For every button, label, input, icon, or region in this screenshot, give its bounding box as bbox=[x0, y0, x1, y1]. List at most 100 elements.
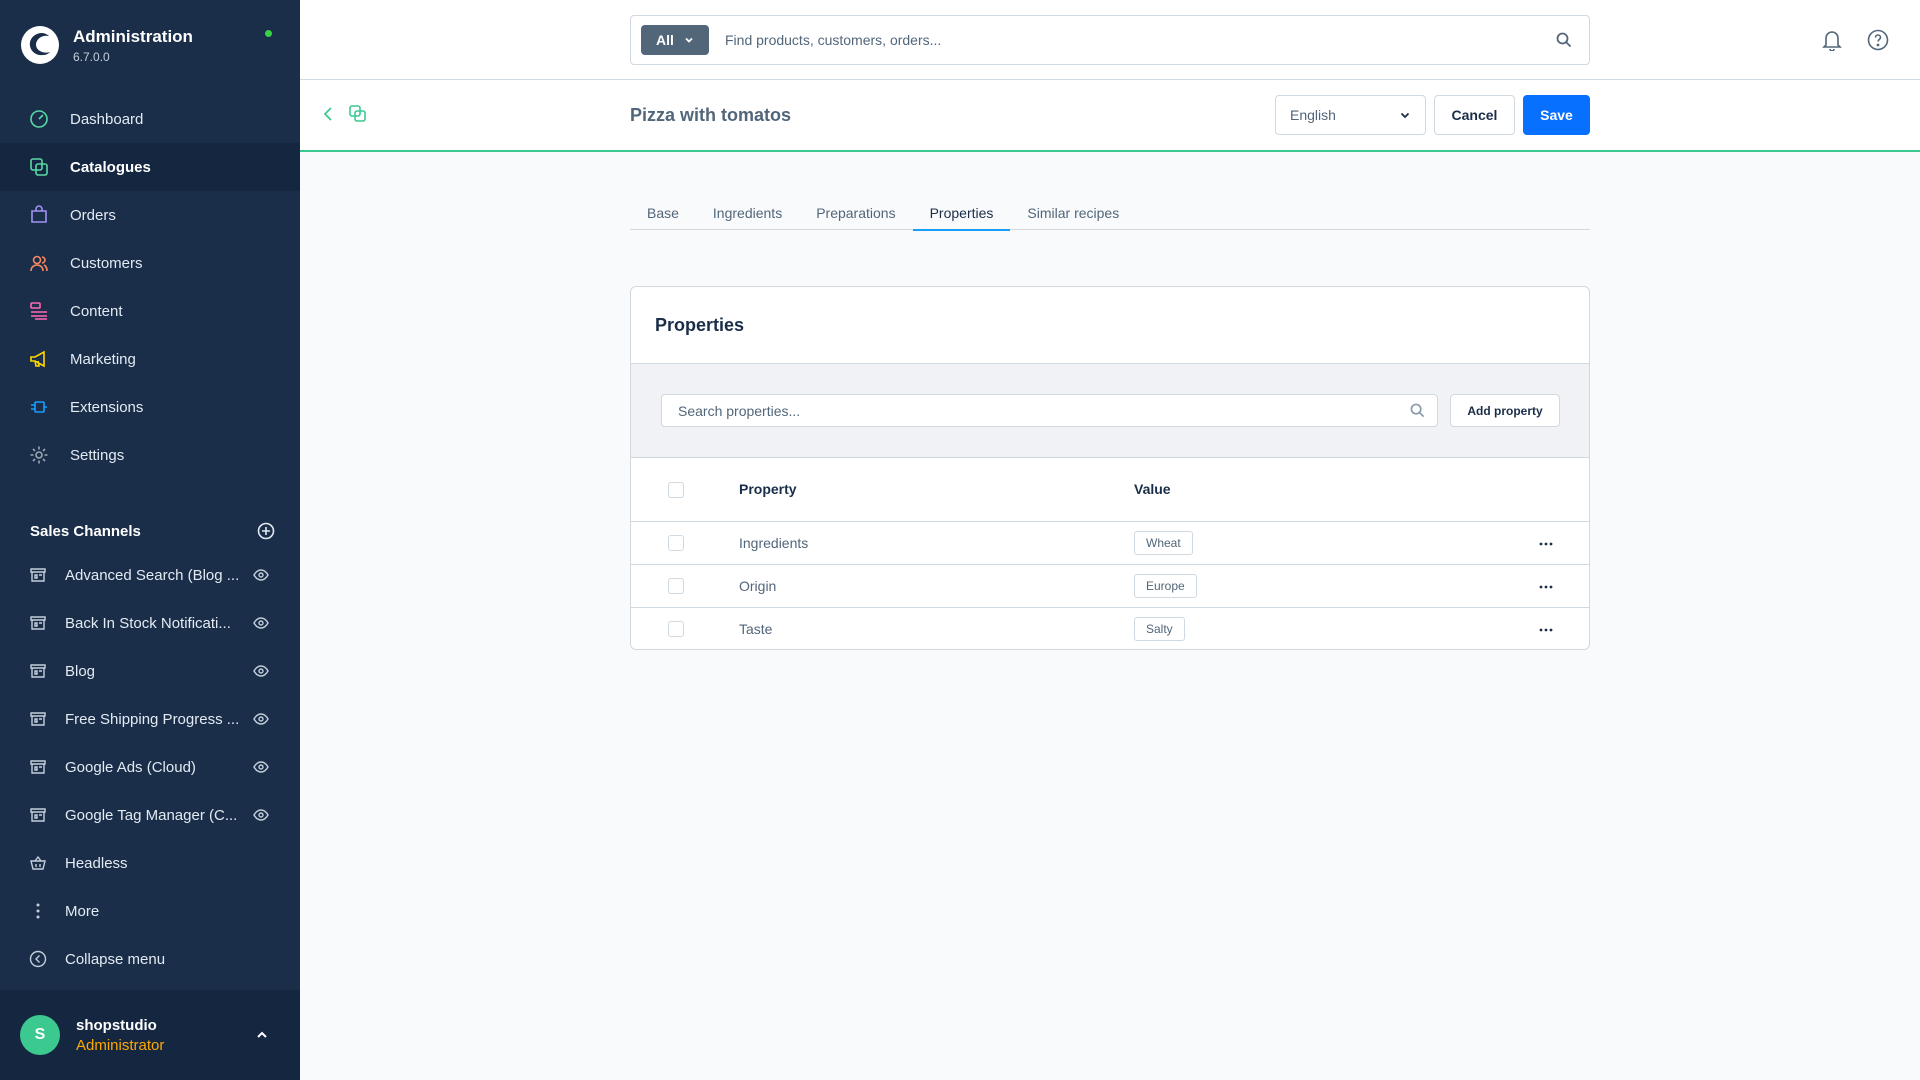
more-actions-icon[interactable] bbox=[1534, 534, 1558, 554]
add-property-button[interactable]: Add property bbox=[1450, 394, 1560, 427]
eye-icon[interactable] bbox=[252, 566, 270, 584]
more-actions-icon[interactable] bbox=[1534, 620, 1558, 640]
property-value-tag: Salty bbox=[1134, 617, 1185, 641]
marketing-icon bbox=[28, 348, 50, 370]
sales-channel-label: Google Tag Manager (C... bbox=[65, 806, 238, 824]
language-value: English bbox=[1290, 107, 1336, 123]
column-header-value[interactable]: Value bbox=[1134, 481, 1171, 497]
collapse-label: Collapse menu bbox=[65, 950, 166, 968]
tab-similar-recipes[interactable]: Similar recipes bbox=[1010, 195, 1136, 230]
tab-ingredients[interactable]: Ingredients bbox=[696, 195, 799, 230]
save-button[interactable]: Save bbox=[1523, 95, 1590, 135]
search-type-select[interactable]: All bbox=[641, 25, 709, 55]
sales-channel-label: Google Ads (Cloud) bbox=[65, 758, 196, 776]
brand-title: Administration bbox=[73, 26, 193, 46]
duplicate-icon[interactable] bbox=[348, 104, 368, 124]
sales-channels-header: Sales Channels bbox=[30, 520, 275, 542]
language-select[interactable]: English bbox=[1275, 95, 1426, 135]
brand[interactable]: Administration 6.7.0.0 bbox=[20, 20, 193, 70]
properties-card: Properties Add property Property Value I… bbox=[630, 286, 1590, 650]
status-online-dot bbox=[265, 30, 272, 37]
sales-channel-list: Advanced Search (Blog ... Back In Stock … bbox=[0, 551, 300, 983]
avatar: S bbox=[20, 1015, 60, 1055]
property-search-input[interactable] bbox=[678, 402, 1397, 419]
nav-item-content[interactable]: Content bbox=[0, 287, 300, 335]
basket-icon bbox=[29, 852, 47, 874]
catalogue-icon bbox=[28, 156, 50, 178]
help-icon[interactable] bbox=[1866, 28, 1890, 52]
nav-item-orders[interactable]: Orders bbox=[0, 191, 300, 239]
user-name: shopstudio bbox=[76, 1016, 157, 1034]
row-checkbox[interactable] bbox=[668, 535, 684, 551]
more-sales-channels[interactable]: More bbox=[0, 887, 300, 935]
sales-channel-item[interactable]: Google Ads (Cloud) bbox=[0, 743, 300, 791]
sales-channel-label: Blog bbox=[65, 662, 96, 680]
user-role: Administrator bbox=[76, 1036, 165, 1054]
collapse-menu[interactable]: Collapse menu bbox=[0, 935, 300, 983]
property-name: Taste bbox=[739, 621, 773, 637]
sales-channel-label: Free Shipping Progress ... bbox=[65, 710, 240, 728]
extensions-icon bbox=[28, 396, 50, 418]
bell-icon[interactable] bbox=[1820, 28, 1844, 52]
sales-channel-item[interactable]: Advanced Search (Blog ... bbox=[0, 551, 300, 599]
global-search: All bbox=[630, 15, 1590, 65]
nav-label: Content bbox=[70, 302, 123, 320]
sidebar: Administration 6.7.0.0 Dashboard Catalog… bbox=[0, 0, 300, 1080]
row-checkbox[interactable] bbox=[668, 578, 684, 594]
sales-channel-item[interactable]: Blog bbox=[0, 647, 300, 695]
column-header-property[interactable]: Property bbox=[739, 481, 797, 497]
table-row: Ingredients Wheat bbox=[631, 522, 1589, 565]
more-actions-icon[interactable] bbox=[1534, 577, 1558, 597]
search-input[interactable] bbox=[725, 32, 1539, 48]
eye-icon[interactable] bbox=[252, 758, 270, 776]
property-name: Origin bbox=[739, 578, 777, 594]
nav-item-extensions[interactable]: Extensions bbox=[0, 383, 300, 431]
sales-channel-item[interactable]: Google Tag Manager (C... bbox=[0, 791, 300, 839]
tab-base[interactable]: Base bbox=[630, 195, 696, 230]
nav-label: Dashboard bbox=[70, 110, 144, 128]
nav-item-dashboard[interactable]: Dashboard bbox=[0, 95, 300, 143]
chevron-down-icon bbox=[685, 37, 693, 43]
search-icon[interactable] bbox=[1397, 395, 1437, 426]
orders-icon bbox=[28, 204, 50, 226]
storefront-icon bbox=[29, 756, 47, 778]
add-sales-channel-icon[interactable] bbox=[257, 522, 275, 540]
nav-item-catalogues[interactable]: Catalogues bbox=[0, 143, 300, 191]
back-arrow-icon[interactable] bbox=[318, 104, 338, 124]
search-icon[interactable] bbox=[1539, 16, 1589, 64]
shopware-logo-icon bbox=[21, 26, 59, 64]
card-title: Properties bbox=[655, 314, 745, 335]
nav-label: Orders bbox=[70, 206, 116, 224]
more-vertical-icon bbox=[29, 900, 47, 922]
sales-channel-item[interactable]: Back In Stock Notificati... bbox=[0, 599, 300, 647]
settings-icon bbox=[28, 444, 50, 466]
eye-icon[interactable] bbox=[252, 806, 270, 824]
nav-item-marketing[interactable]: Marketing bbox=[0, 335, 300, 383]
nav-label: Customers bbox=[70, 254, 143, 272]
dashboard-icon bbox=[28, 108, 50, 130]
property-name: Ingredients bbox=[739, 535, 809, 551]
eye-icon[interactable] bbox=[252, 662, 270, 680]
property-value-tag: Europe bbox=[1134, 574, 1197, 598]
content-icon bbox=[28, 300, 50, 322]
tab-properties[interactable]: Properties bbox=[912, 195, 1011, 231]
sales-channel-item[interactable]: Headless bbox=[0, 839, 300, 887]
eye-icon[interactable] bbox=[252, 710, 270, 728]
cancel-button[interactable]: Cancel bbox=[1434, 95, 1515, 135]
tab-preparations[interactable]: Preparations bbox=[799, 195, 912, 230]
eye-icon[interactable] bbox=[252, 614, 270, 632]
nav-item-settings[interactable]: Settings bbox=[0, 431, 300, 479]
nav-label: Extensions bbox=[70, 398, 144, 416]
select-all-checkbox[interactable] bbox=[668, 482, 684, 498]
table-row: Taste Salty bbox=[631, 608, 1589, 649]
row-checkbox[interactable] bbox=[668, 621, 684, 637]
user-menu[interactable]: S shopstudio Administrator bbox=[0, 990, 300, 1080]
chevron-up-icon[interactable] bbox=[252, 1025, 272, 1045]
brand-version: 6.7.0.0 bbox=[73, 49, 110, 64]
sales-channel-item[interactable]: Free Shipping Progress ... bbox=[0, 695, 300, 743]
nav-item-customers[interactable]: Customers bbox=[0, 239, 300, 287]
grid-header-row: Property Value bbox=[631, 458, 1589, 522]
card-header: Properties bbox=[631, 287, 1589, 364]
nav-label: Marketing bbox=[70, 350, 136, 368]
smart-bar: Pizza with tomatos English Cancel Save bbox=[300, 80, 1920, 152]
